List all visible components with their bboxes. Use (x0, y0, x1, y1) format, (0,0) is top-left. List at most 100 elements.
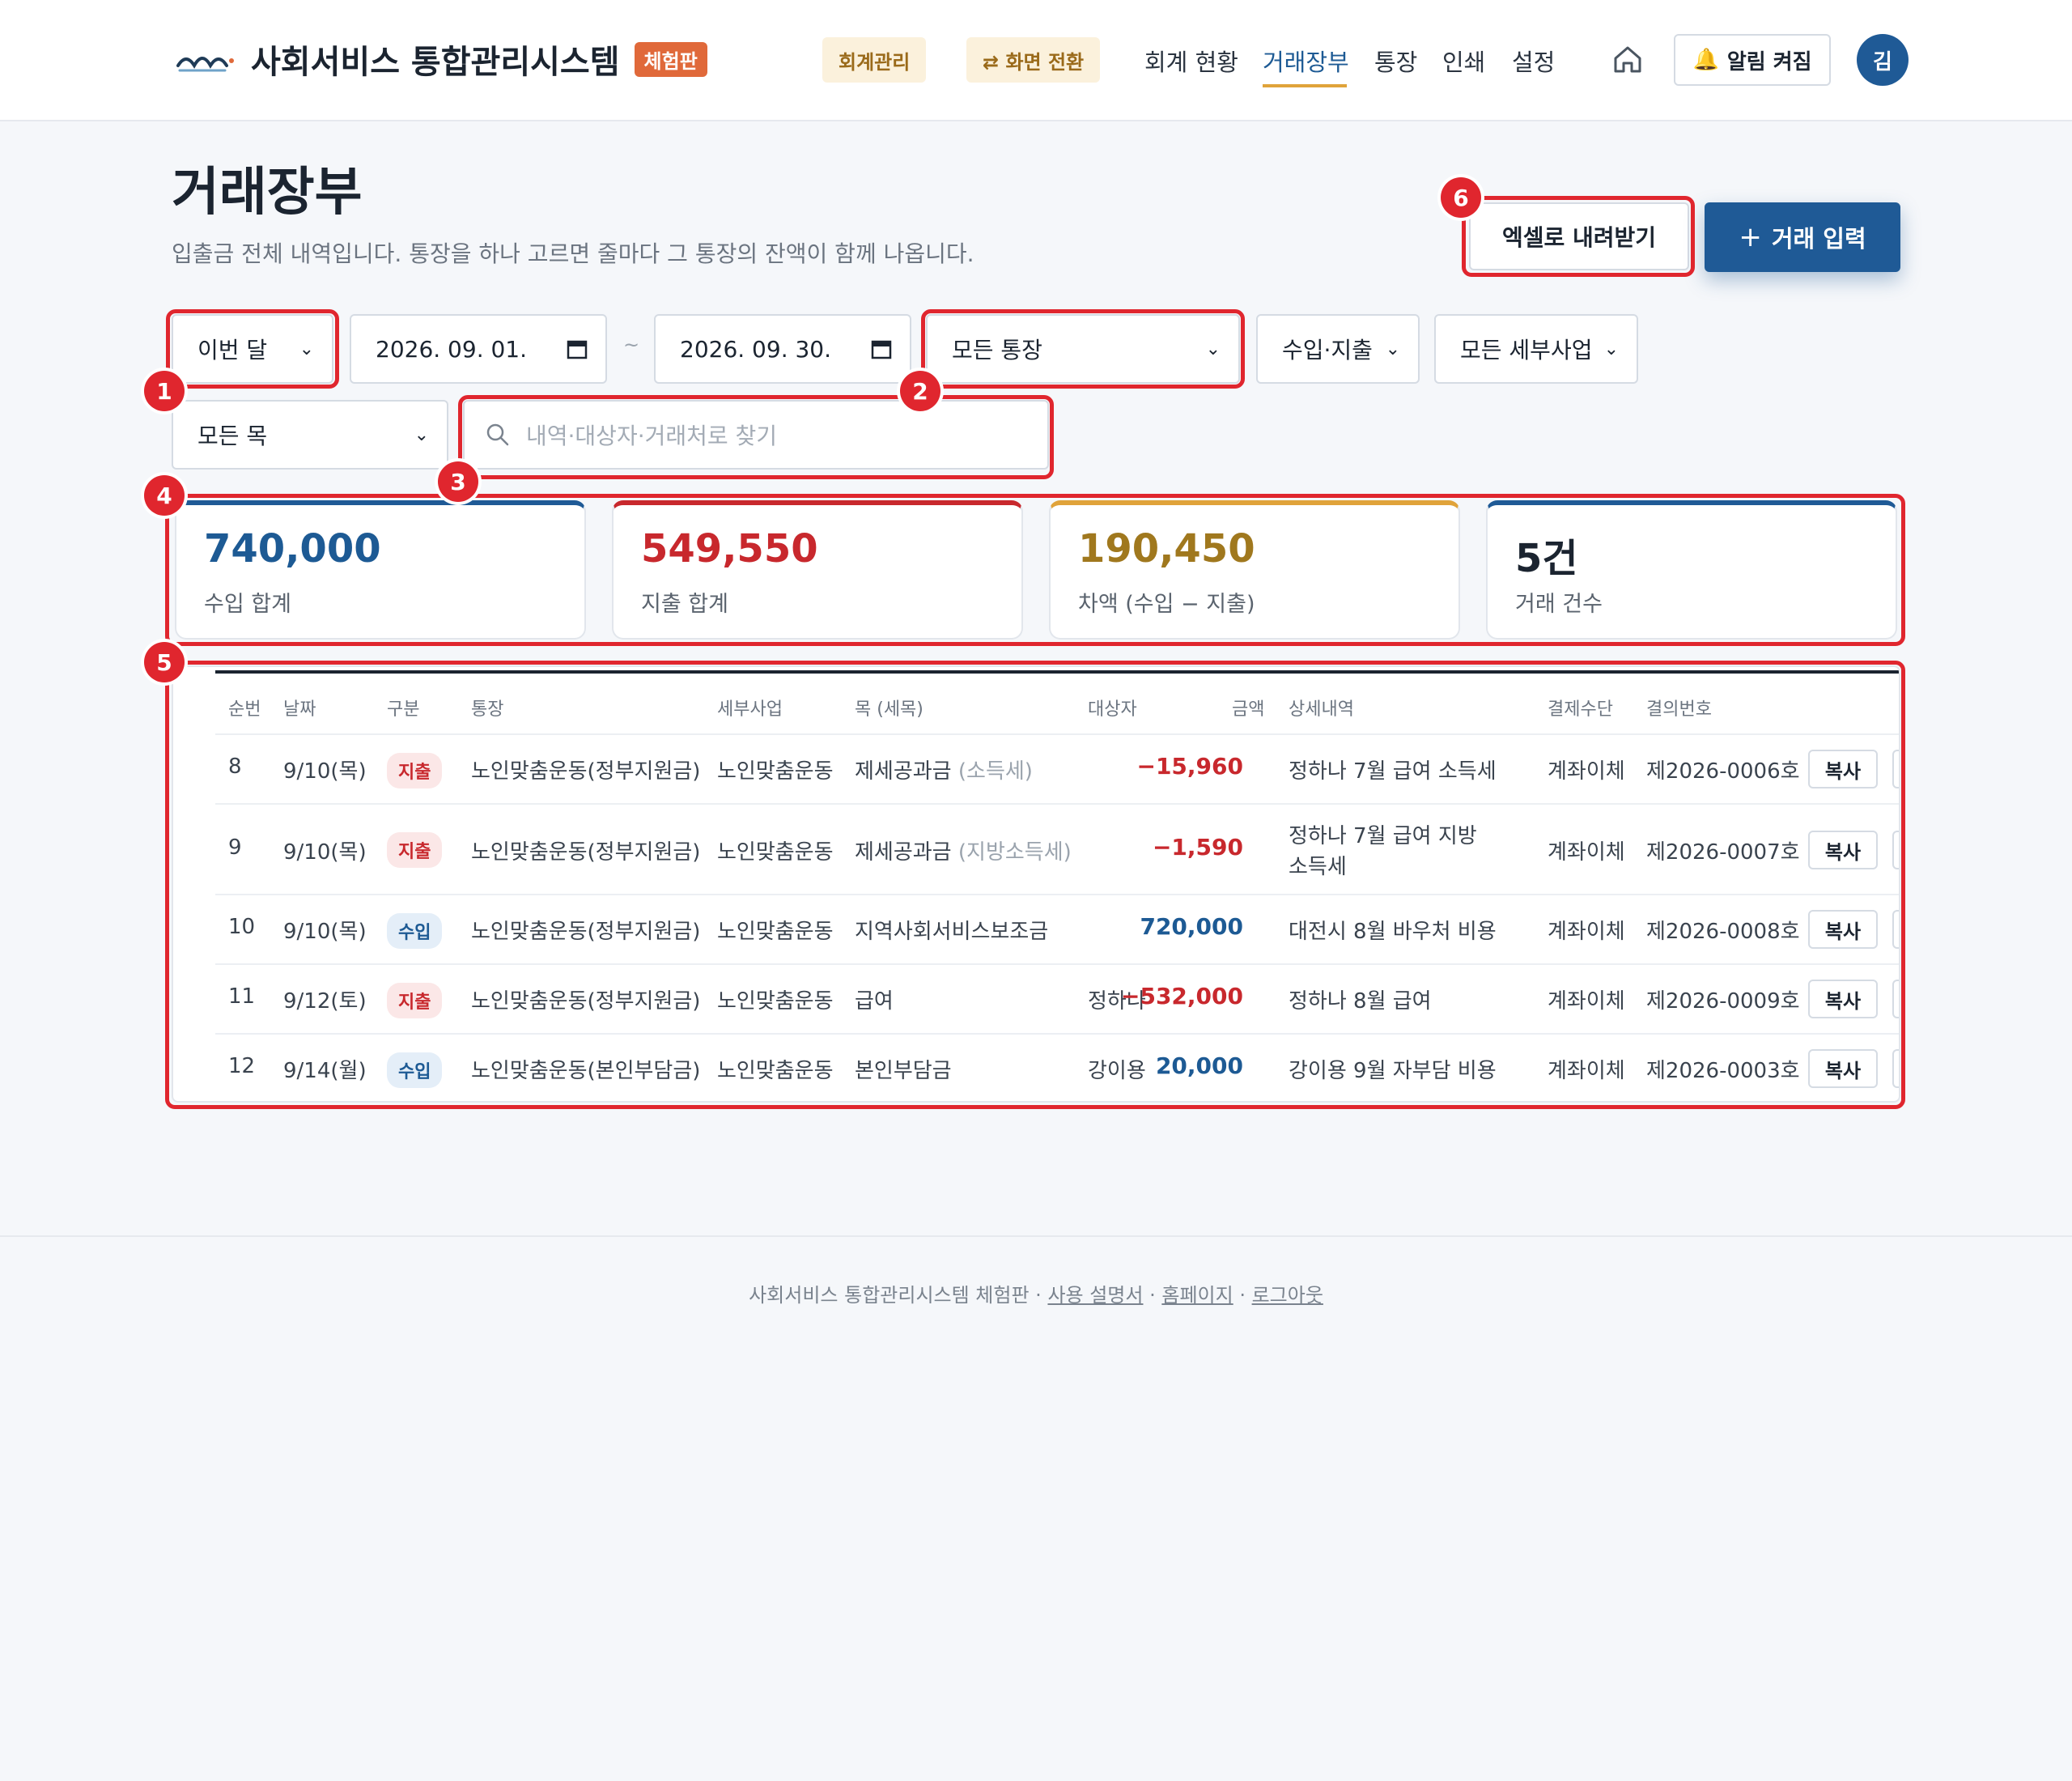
row-amount: 20,000 (1155, 1052, 1243, 1079)
copy-button[interactable]: 복사 (1808, 750, 1878, 788)
item-name: 제세공과금 (855, 840, 952, 865)
footer-text: 사회서비스 통합관리시스템 체험판 · (749, 1284, 1048, 1307)
row-detail: 정하나 8월 급여 (1289, 989, 1432, 1014)
date-range-separator: ~ (623, 334, 640, 356)
table-top-rule (215, 670, 1899, 674)
add-transaction-button[interactable]: + 거래 입력 (1705, 202, 1900, 272)
table-row[interactable]: 11 9/12(토) 지출 노인맞춤운동(정부지원금) 노인맞춤운동 급여 정하… (215, 963, 1899, 1033)
more-button[interactable] (1892, 980, 1899, 1018)
difference-label: 차액 (수입 − 지출) (1078, 592, 1255, 617)
row-date: 9/12(토) (283, 989, 367, 1014)
summary-card-difference: 190,450 차액 (수입 − 지출) (1049, 500, 1460, 640)
row-account: 노인맞춤운동(정부지원금) (471, 989, 701, 1014)
io-type-value: 수입·지출 (1282, 337, 1373, 363)
income-total-label: 수입 합계 (204, 592, 291, 617)
chevron-down-icon: ⌄ (1603, 338, 1619, 359)
table-row[interactable]: 8 9/10(목) 지출 노인맞춤운동(정부지원금) 노인맞춤운동 제세공과금 … (215, 733, 1899, 803)
row-item: 제세공과금 (소득세) (855, 754, 1033, 784)
date-from-value: 2026. 09. 01. (376, 335, 528, 363)
copy-button[interactable]: 복사 (1808, 831, 1878, 869)
income-total-value: 740,000 (204, 526, 381, 572)
chevron-down-icon: ⌄ (414, 424, 429, 445)
nav-ledger[interactable]: 거래장부 (1263, 44, 1349, 78)
nav-print[interactable]: 인쇄 (1442, 44, 1485, 78)
subitem-name: (지방소득세) (957, 840, 1072, 865)
row-project: 노인맞춤운동 (717, 840, 834, 865)
more-button[interactable] (1892, 1049, 1899, 1088)
account-select[interactable]: 모든 통장 ⌄ (926, 314, 1240, 384)
col-header-project: 세부사업 (717, 699, 783, 720)
col-header-account: 통장 (471, 699, 504, 720)
item-value: 모든 목 (197, 423, 268, 449)
row-account: 노인맞춤운동(본인부담금) (471, 1059, 701, 1083)
col-header-date: 날짜 (283, 699, 316, 720)
row-project: 노인맞춤운동 (717, 1059, 834, 1083)
item-name: 제세공과금 (855, 759, 952, 784)
search-input[interactable]: 내역·대상자·거래처로 찾기 (463, 400, 1049, 470)
row-detail: 강이용 9월 자부담 비용 (1289, 1059, 1497, 1083)
row-item: 본인부담금 (855, 1059, 952, 1083)
table-row[interactable]: 9 9/10(목) 지출 노인맞춤운동(정부지원금) 노인맞춤운동 제세공과금 … (215, 803, 1899, 894)
nav-dashboard[interactable]: 회계 현황 (1144, 44, 1238, 78)
period-select[interactable]: 이번 달 ⌄ (172, 314, 333, 384)
row-voucher: 제2026-0009호 (1646, 989, 1800, 1014)
page-description: 입출금 전체 내역입니다. 통장을 하나 고르면 줄마다 그 통장의 잔액이 함… (172, 240, 974, 267)
table-row[interactable]: 12 9/14(월) 수입 노인맞춤운동(본인부담금) 노인맞춤운동 본인부담금… (215, 1033, 1899, 1101)
calendar-icon (567, 340, 588, 359)
top-bar: 사회서비스 통합관리시스템 체험판 회계관리 ⇄ 화면 전환 회계 현황 거래장… (0, 0, 2072, 121)
chevron-down-icon: ⌄ (299, 338, 314, 359)
date-to-input[interactable]: 2026. 09. 30. (654, 314, 911, 384)
homepage-link[interactable]: 홈페이지 (1161, 1284, 1233, 1307)
row-no: 12 (228, 1054, 256, 1078)
summary-card-expense: 549,550 지출 합계 (612, 500, 1023, 640)
item-select[interactable]: 모든 목 ⌄ (172, 400, 448, 470)
row-method: 계좌이체 (1548, 1059, 1625, 1083)
switch-view-button[interactable]: ⇄ 화면 전환 (966, 37, 1101, 83)
footer: 사회서비스 통합관리시스템 체험판 · 사용 설명서 · 홈페이지 · 로그아웃 (0, 1279, 2072, 1307)
col-header-type: 구분 (387, 699, 420, 720)
copy-button[interactable]: 복사 (1808, 980, 1878, 1018)
bell-icon: 🔔 (1692, 48, 1719, 72)
table-row[interactable]: 10 9/10(목) 수입 노인맞춤운동(정부지원금) 노인맞춤운동 지역사회서… (215, 894, 1899, 963)
date-from-input[interactable]: 2026. 09. 01. (350, 314, 607, 384)
row-date: 9/10(목) (283, 759, 367, 784)
summary-card-count: 5건 거래 건수 (1486, 500, 1897, 640)
more-button[interactable] (1892, 910, 1899, 949)
app-name: 사회서비스 통합관리시스템 (251, 44, 620, 81)
alarm-toggle-button[interactable]: 🔔 알림 켜짐 (1674, 34, 1831, 86)
annotation-marker-2: 2 (900, 371, 940, 411)
io-type-select[interactable]: 수입·지출 ⌄ (1256, 314, 1420, 384)
annotation-marker-5: 5 (144, 642, 185, 682)
sub-project-select[interactable]: 모든 세부사업 ⌄ (1434, 314, 1638, 384)
avatar[interactable]: 김 (1857, 34, 1909, 86)
home-icon[interactable] (1611, 42, 1645, 76)
logout-link[interactable]: 로그아웃 (1252, 1284, 1323, 1307)
copy-button[interactable]: 복사 (1808, 1049, 1878, 1088)
nav-accounts[interactable]: 통장 (1374, 44, 1417, 78)
row-voucher: 제2026-0008호 (1646, 920, 1800, 944)
nav-settings[interactable]: 설정 (1512, 44, 1555, 78)
row-account: 노인맞춤운동(정부지원금) (471, 840, 701, 865)
excel-download-button[interactable]: 엑셀로 내려받기 (1469, 202, 1689, 270)
manual-link[interactable]: 사용 설명서 (1047, 1284, 1143, 1307)
col-header-amount: 금액 (1232, 699, 1265, 720)
accounting-pill[interactable]: 회계관리 (822, 37, 927, 83)
annotation-marker-3: 3 (438, 461, 478, 502)
row-project: 노인맞춤운동 (717, 920, 834, 944)
type-badge: 지출 (387, 832, 443, 868)
more-button[interactable] (1892, 750, 1899, 788)
annotation-marker-4: 4 (144, 475, 185, 516)
logo-icon (176, 57, 234, 72)
expense-total-label: 지출 합계 (641, 592, 728, 617)
transaction-count-value: 5건 (1515, 536, 1578, 581)
account-value: 모든 통장 (952, 337, 1042, 363)
trial-badge: 체험판 (634, 41, 707, 77)
summary-card-income: 740,000 수입 합계 (175, 500, 586, 640)
brand[interactable]: 사회서비스 통합관리시스템 체험판 (176, 36, 707, 83)
row-detail: 정하나 7월 급여 지방 (1289, 824, 1477, 848)
transactions-table: 순번 날짜 구분 통장 세부사업 목 (세목) 대상자 금액 상세내역 결제수단… (172, 665, 1900, 1103)
row-detail: 대전시 8월 바우처 비용 (1289, 920, 1497, 944)
col-header-no: 순번 (228, 699, 261, 720)
copy-button[interactable]: 복사 (1808, 910, 1878, 949)
more-button[interactable] (1892, 831, 1899, 869)
